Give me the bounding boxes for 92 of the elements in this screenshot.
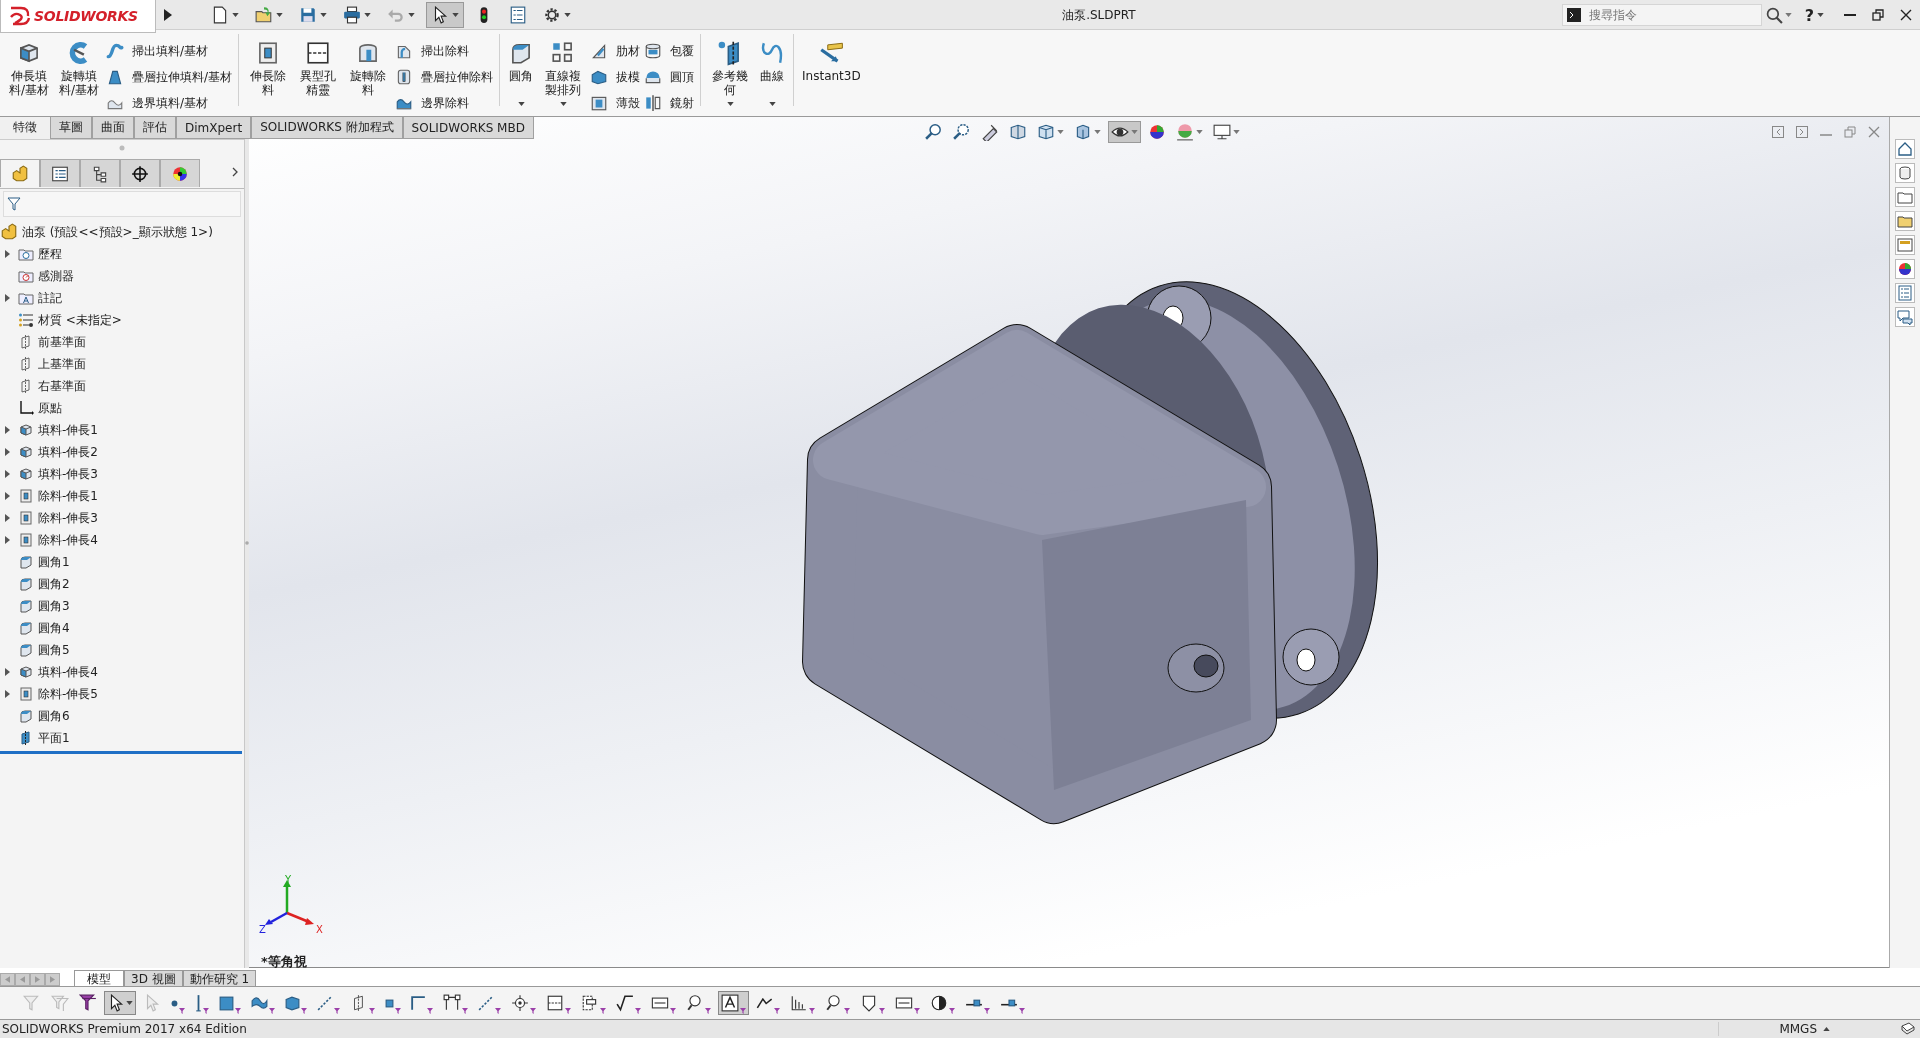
ribbon-button[interactable]: 伸長填料/基材 <box>6 40 52 106</box>
tree-label: 原點 <box>38 399 62 417</box>
ribbon-button[interactable]: Instant3D <box>800 40 863 106</box>
axis-label: Y <box>285 875 292 885</box>
tree-item[interactable]: 圓角4 <box>0 617 244 639</box>
tree-item[interactable]: 填料-伸長1 <box>0 419 244 441</box>
command-tab[interactable]: SOLIDWORKS MBD <box>402 117 534 139</box>
tree-item[interactable]: 圓角5 <box>0 639 244 661</box>
ribbon-button[interactable]: 直線複製排列 <box>540 40 587 106</box>
tree-label: 圓角5 <box>38 641 70 659</box>
view-name: *等角視 <box>261 953 307 971</box>
ribbon-button[interactable]: 旋轉除料 <box>345 40 392 106</box>
search-placeholder: 搜尋指令 <box>1588 6 1637 24</box>
model-tab[interactable]: 3D 視圖 <box>124 970 183 986</box>
ribbon-button[interactable]: 參考幾何 <box>707 40 754 106</box>
tree-item[interactable]: 除料-伸長1 <box>0 485 244 507</box>
units-label[interactable]: MMGS <box>1779 1022 1817 1036</box>
model-tab[interactable]: 動作研究 1 <box>182 970 257 986</box>
tree-item[interactable]: 填料-伸長2 <box>0 441 244 463</box>
tree-item[interactable]: 右基準面 <box>0 375 244 397</box>
window-title: 油泵.SLDPRT <box>1062 7 1136 22</box>
ribbon-button[interactable]: 拔模 <box>590 66 641 88</box>
command-tab[interactable]: 評估 <box>134 117 176 139</box>
ribbon-button[interactable]: 旋轉填料/基材 <box>56 40 102 106</box>
command-tab[interactable]: 特徵 <box>0 117 50 139</box>
ribbon-button[interactable]: 異型孔精靈 <box>295 40 342 106</box>
ribbon-button[interactable]: 掃出填料/基材 <box>106 40 233 62</box>
axis-label: Z <box>259 924 266 935</box>
tree-label: 歷程 <box>38 245 62 263</box>
tree-item[interactable]: 材質 <未指定> <box>0 309 244 331</box>
tree-label: 材質 <未指定> <box>38 311 122 329</box>
tree-item[interactable]: 除料-伸長5 <box>0 683 244 705</box>
ribbon-button[interactable]: 薄殼 <box>590 92 641 114</box>
tree-label: 填料-伸長3 <box>38 465 98 483</box>
tree-item[interactable]: 原點 <box>0 397 244 419</box>
ribbon-button[interactable]: 邊界除料 <box>395 92 494 114</box>
tree-label: 圓角4 <box>38 619 70 637</box>
tree-label: 除料-伸長5 <box>38 685 98 703</box>
tree-label: 填料-伸長1 <box>38 421 98 439</box>
tree-item[interactable]: 圓角2 <box>0 573 244 595</box>
tree-item[interactable]: 註記 <box>0 287 244 309</box>
app-logo[interactable]: SOLIDWORKS <box>0 0 156 33</box>
ribbon-button[interactable]: 疊層拉伸除料 <box>395 66 494 88</box>
tree-label: 上基準面 <box>38 355 86 373</box>
tree-label: 除料-伸長1 <box>38 487 98 505</box>
tree-item[interactable]: 圓角1 <box>0 551 244 573</box>
tree-label: 感測器 <box>38 267 74 285</box>
tree-item[interactable]: 除料-伸長3 <box>0 507 244 529</box>
ribbon-button[interactable]: 疊層拉伸填料/基材 <box>106 66 233 88</box>
ribbon-button[interactable]: 伸長除料 <box>245 40 292 106</box>
tree-item[interactable]: 平面1 <box>0 727 244 749</box>
tree-label: 填料-伸長2 <box>38 443 98 461</box>
tree-item[interactable]: 填料-伸長4 <box>0 661 244 683</box>
ribbon-button[interactable]: 圓角 <box>506 40 537 106</box>
tree-item[interactable]: 前基準面 <box>0 331 244 353</box>
tree-label: 前基準面 <box>38 333 86 351</box>
ribbon-button[interactable]: 圓頂 <box>644 66 695 88</box>
tree-item[interactable]: 歷程 <box>0 243 244 265</box>
logo-text: SOLIDWORKS <box>34 8 138 24</box>
command-tab[interactable]: 草圖 <box>50 117 92 139</box>
tree-label: 圓角2 <box>38 575 70 593</box>
axis-label: X <box>316 924 323 935</box>
tree-label: 圓角6 <box>38 707 70 725</box>
tree-label: 註記 <box>38 289 62 307</box>
ribbon-button[interactable]: 鏡射 <box>644 92 695 114</box>
tree-item[interactable]: 油泵 (預設<<預設>_顯示狀態 1>) <box>0 221 244 243</box>
tree-label: 圓角1 <box>38 553 70 571</box>
help-button[interactable]: ? <box>1801 5 1817 25</box>
tree-label: 右基準面 <box>38 377 86 395</box>
tree-item[interactable]: 感測器 <box>0 265 244 287</box>
tree-item[interactable]: 上基準面 <box>0 353 244 375</box>
command-tab[interactable]: SOLIDWORKS 附加程式 <box>251 117 403 139</box>
tree-item[interactable]: 圓角3 <box>0 595 244 617</box>
tree-label: 填料-伸長4 <box>38 663 98 681</box>
search-field[interactable]: 搜尋指令 <box>1561 4 1762 26</box>
tree-label: 平面1 <box>38 729 70 747</box>
status-text: SOLIDWORKS Premium 2017 x64 Edition <box>2 1022 247 1036</box>
model-tab[interactable]: 模型 <box>74 970 124 986</box>
command-tab[interactable]: 曲面 <box>92 117 134 139</box>
ribbon-button[interactable]: 曲線 <box>757 40 788 106</box>
ribbon-button[interactable]: 邊界填料/基材 <box>106 92 233 114</box>
ribbon-button[interactable]: 肋材 <box>590 40 641 62</box>
tree-label: 油泵 (預設<<預設>_顯示狀態 1>) <box>22 223 213 241</box>
command-tab[interactable]: DimXpert <box>176 117 252 139</box>
tree-label: 除料-伸長3 <box>38 509 98 527</box>
ribbon-button[interactable]: 掃出除料 <box>395 40 494 62</box>
tree-label: 除料-伸長4 <box>38 531 98 549</box>
tree-label: 圓角3 <box>38 597 70 615</box>
ribbon-button[interactable]: 包覆 <box>644 40 695 62</box>
tree-item[interactable]: 填料-伸長3 <box>0 463 244 485</box>
tree-item[interactable]: 除料-伸長4 <box>0 529 244 551</box>
tree-item[interactable]: 圓角6 <box>0 705 244 727</box>
